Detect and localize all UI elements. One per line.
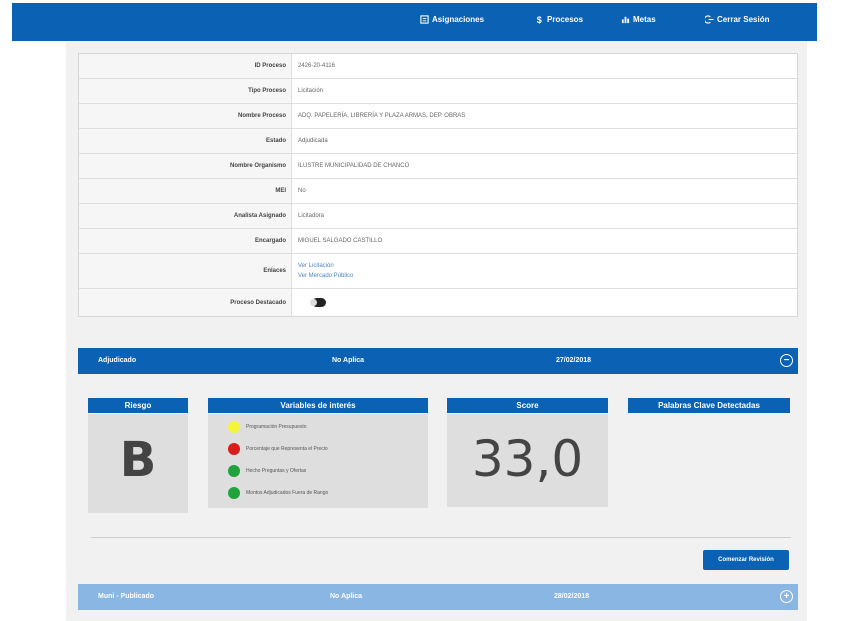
section-date: 28/02/2018 [554, 593, 590, 600]
risk-panel: B [88, 414, 188, 513]
collapse-icon[interactable]: − [780, 354, 793, 367]
section-applies: No Aplica [332, 357, 365, 364]
info-label: Encargado [79, 229, 292, 253]
status-dot [228, 465, 240, 477]
info-value: ADQ. PAPELERÍA, LIBRERÍA Y PLAZA ARMAS, … [298, 113, 466, 119]
variable-label: Hecho Preguntas y Ofertas [246, 468, 307, 474]
info-label: Proceso Destacado [79, 289, 292, 316]
info-value-links: Ver Licitación Ver Mercado Público [292, 254, 797, 288]
expand-icon[interactable]: + [780, 590, 793, 603]
info-row: MEI No [79, 179, 797, 204]
section-status: Muni - Publicado [98, 593, 154, 600]
info-label: ID Proceso [79, 54, 292, 78]
nav-processes-label: Procesos [547, 15, 584, 24]
top-navbar: Asignaciones $ Procesos Metas Cerrar Ses… [12, 3, 817, 41]
info-row: Estado Adjudicada [79, 129, 797, 154]
info-value: MIGUEL SALGADO CASTILLO [298, 238, 383, 244]
start-review-button[interactable]: Comenzar Revisión [703, 550, 789, 570]
info-value: ILUSTRE MUNICIPALIDAD DE CHANCO [298, 163, 410, 169]
info-label: MEI [79, 179, 292, 203]
risk-panel-title: Riesgo [88, 398, 188, 413]
info-label: Analista Asignado [79, 204, 292, 228]
view-tender-link[interactable]: Ver Licitación [298, 261, 797, 271]
info-label: Tipo Proceso [79, 79, 292, 103]
info-value: Adjudicada [298, 138, 328, 144]
status-dot [228, 487, 240, 499]
variable-label: Programación Presupuesto [246, 424, 307, 430]
info-row: Tipo Proceso Licitación [79, 79, 797, 104]
main-container: ID Proceso 2426-20-4116 Tipo Proceso Lic… [66, 41, 807, 621]
info-row: Nombre Proceso ADQ. PAPELERÍA, LIBRERÍA … [79, 104, 797, 129]
info-row: Nombre Organismo ILUSTRE MUNICIPALIDAD D… [79, 154, 797, 179]
nav-logout-label: Cerrar Sesión [717, 15, 770, 24]
score-panel-title: Score [447, 398, 608, 413]
section-date: 27/02/2018 [556, 357, 592, 364]
process-info-table: ID Proceso 2426-20-4116 Tipo Proceso Lic… [78, 53, 798, 317]
nav-assignments[interactable]: Asignaciones [420, 15, 484, 24]
nav-processes[interactable]: $ Procesos [535, 15, 583, 24]
info-value: Licitadora [298, 213, 325, 219]
featured-toggle[interactable] [310, 298, 326, 307]
section-applies: No Aplica [330, 593, 363, 600]
risk-value: B [119, 432, 157, 488]
info-value-featured [292, 289, 797, 316]
section-status: Adjudicado [98, 357, 137, 364]
collapse-symbol: − [783, 354, 790, 366]
logout-icon [705, 15, 714, 24]
section-bar-publicado[interactable]: Muni - Publicado No Aplica 28/02/2018 + [78, 584, 798, 610]
keywords-panel-title: Palabras Clave Detectadas [628, 398, 790, 413]
variables-panel: Programación Presupuesto Porcentaje que … [208, 414, 428, 508]
info-row-featured: Proceso Destacado [79, 289, 797, 316]
variable-item: Hecho Preguntas y Ofertas [228, 465, 306, 477]
variable-item: Porcentaje que Representa el Precio [228, 443, 328, 455]
info-value: Licitación [298, 88, 324, 94]
view-market-link[interactable]: Ver Mercado Público [298, 271, 797, 281]
nav-assignments-label: Asignaciones [432, 15, 485, 24]
list-icon [420, 15, 429, 24]
score-panel: 33,0 [447, 414, 608, 507]
nav-metrics-label: Metas [633, 15, 656, 24]
info-row: ID Proceso 2426-20-4116 [79, 54, 797, 79]
status-dot [228, 443, 240, 455]
info-label: Nombre Organismo [79, 154, 292, 178]
nav-logout[interactable]: Cerrar Sesión [705, 15, 769, 24]
variable-item: Montos Adjudicados Fuera de Rango [228, 487, 328, 499]
variable-label: Montos Adjudicados Fuera de Rango [246, 490, 329, 496]
score-value: 33,0 [471, 430, 584, 488]
info-row: Analista Asignado Licitadora [79, 204, 797, 229]
divider [91, 537, 791, 538]
info-label: Estado [79, 129, 292, 153]
info-row-links: Enlaces Ver Licitación Ver Mercado Públi… [79, 254, 797, 289]
info-value: 2426-20-4116 [298, 63, 335, 69]
dollar-icon: $ [537, 15, 542, 24]
info-label: Nombre Proceso [79, 104, 292, 128]
info-row: Encargado MIGUEL SALGADO CASTILLO [79, 229, 797, 254]
section-bar-adjudicado[interactable]: Adjudicado No Aplica 27/02/2018 − [78, 348, 798, 374]
expand-symbol: + [783, 590, 790, 602]
info-label: Enlaces [79, 254, 292, 288]
svg-text:$: $ [537, 15, 542, 24]
variable-item: Programación Presupuesto [228, 421, 307, 433]
info-value: No [298, 188, 306, 194]
bar-chart-icon [621, 16, 630, 24]
variable-label: Porcentaje que Representa el Precio [246, 446, 328, 452]
variables-panel-title: Variables de interés [208, 398, 428, 413]
nav-metrics[interactable]: Metas [621, 15, 656, 24]
status-dot [228, 421, 240, 433]
